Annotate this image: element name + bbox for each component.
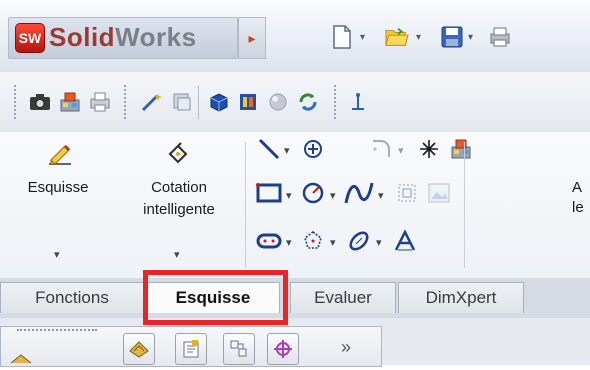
partial-label-bottom: le <box>572 199 584 216</box>
offset-icon[interactable] <box>394 180 420 206</box>
sketch-dropdown-icon[interactable]: ▾ <box>54 248 60 261</box>
tab-evaluer[interactable]: Evaluer <box>290 282 396 313</box>
part-icon[interactable] <box>123 333 155 365</box>
ellipse-dropdown-icon[interactable]: ▾ <box>376 236 382 249</box>
camera-icon[interactable] <box>28 90 52 114</box>
slot-dropdown-icon[interactable]: ▾ <box>286 236 292 249</box>
robot-icon[interactable] <box>58 90 82 114</box>
partial-label-top: A <box>572 179 583 196</box>
sketch-button-label: Esquisse <box>27 179 89 196</box>
toolbar-separator <box>198 85 199 119</box>
panel-grip[interactable] <box>17 329 97 335</box>
configuration-icon[interactable] <box>223 333 255 365</box>
rebuild-icon[interactable] <box>170 90 194 114</box>
menu-flyout-button[interactable]: ▸ <box>238 17 266 59</box>
line-dropdown-icon[interactable]: ▾ <box>284 144 290 157</box>
smart-dimension-button[interactable]: Cotation intelligente ▾ <box>120 136 238 270</box>
title-bar: SW SolidWorks ▸ ▾ ▾ ▾ <box>0 0 590 73</box>
fillet-dropdown-icon[interactable]: ▾ <box>398 144 404 157</box>
logo-text-works: Works <box>115 22 197 52</box>
ellipse-icon[interactable] <box>346 228 372 254</box>
polygon-icon[interactable] <box>300 228 326 254</box>
ribbon-separator <box>245 142 246 268</box>
toolbar-grip-2[interactable] <box>124 85 129 119</box>
slot-icon[interactable] <box>256 228 282 254</box>
logo-text: SolidWorks <box>49 22 197 53</box>
panel-partial-icon <box>9 349 39 365</box>
sketch-button[interactable]: Esquisse ▾ <box>8 136 108 270</box>
print-icon[interactable] <box>488 25 512 49</box>
sw-badge-icon: SW <box>15 23 45 53</box>
open-dropdown-icon[interactable]: ▾ <box>416 32 421 43</box>
blue-cube-icon[interactable] <box>206 90 230 114</box>
ribbon-separator-2 <box>464 142 465 268</box>
open-folder-icon[interactable] <box>385 25 409 49</box>
point-icon[interactable] <box>416 136 442 162</box>
circle-dropdown-icon[interactable]: ▾ <box>330 189 336 202</box>
smart-dimension-label-line1: Cotation <box>151 179 207 196</box>
spline-icon[interactable] <box>344 178 374 208</box>
tab-fonctions[interactable]: Fonctions <box>0 282 144 313</box>
new-document-icon[interactable] <box>330 25 354 49</box>
dimension-icon <box>164 140 192 168</box>
printer-icon[interactable] <box>88 90 112 114</box>
rectangle-icon[interactable] <box>256 180 282 206</box>
view-toolbar <box>0 72 590 133</box>
toolbar-grip[interactable] <box>14 85 19 119</box>
new-dropdown-icon[interactable]: ▾ <box>360 32 365 43</box>
highlight-box <box>143 270 288 325</box>
properties-icon[interactable] <box>175 333 207 365</box>
sphere-icon[interactable] <box>266 90 290 114</box>
spline-dropdown-icon[interactable]: ▾ <box>378 189 384 202</box>
refresh-icon[interactable] <box>296 90 320 114</box>
line-icon[interactable] <box>256 136 282 162</box>
magic-wand-icon[interactable] <box>140 90 164 114</box>
polygon-dropdown-icon[interactable]: ▾ <box>330 236 336 249</box>
command-manager-ribbon: Esquisse ▾ Cotation intelligente ▾ ▾ ▾ ▾… <box>0 132 590 279</box>
robot-icon-ribbon[interactable] <box>448 136 474 162</box>
fillet-icon[interactable] <box>368 136 394 162</box>
feature-manager-panel: » <box>0 326 382 367</box>
save-disk-icon[interactable] <box>440 25 464 49</box>
circle-icon[interactable] <box>300 180 326 206</box>
toolbar-grip-3[interactable] <box>334 85 339 119</box>
tab-dimxpert[interactable]: DimXpert <box>398 282 524 313</box>
crosshair-icon[interactable] <box>267 333 299 365</box>
save-dropdown-icon[interactable]: ▾ <box>468 32 473 43</box>
solidworks-logo[interactable]: SW SolidWorks <box>8 17 238 59</box>
more-chevron-icon[interactable]: » <box>341 337 351 358</box>
smart-dimension-dropdown-icon[interactable]: ▾ <box>174 248 180 261</box>
logo-text-solid: Solid <box>49 22 116 52</box>
smart-dimension-label-line2: intelligente <box>143 201 215 218</box>
rectangle-dropdown-icon[interactable]: ▾ <box>286 189 292 202</box>
text-icon[interactable] <box>392 228 418 254</box>
pencil-sketch-icon <box>46 140 74 168</box>
centerpoint-icon[interactable] <box>300 136 326 162</box>
texture-icon[interactable] <box>236 90 260 114</box>
command-manager-tabs: Fonctions Esquisse Evaluer DimXpert <box>0 278 590 318</box>
anchor-icon[interactable] <box>346 90 370 114</box>
image-icon[interactable] <box>426 180 452 206</box>
